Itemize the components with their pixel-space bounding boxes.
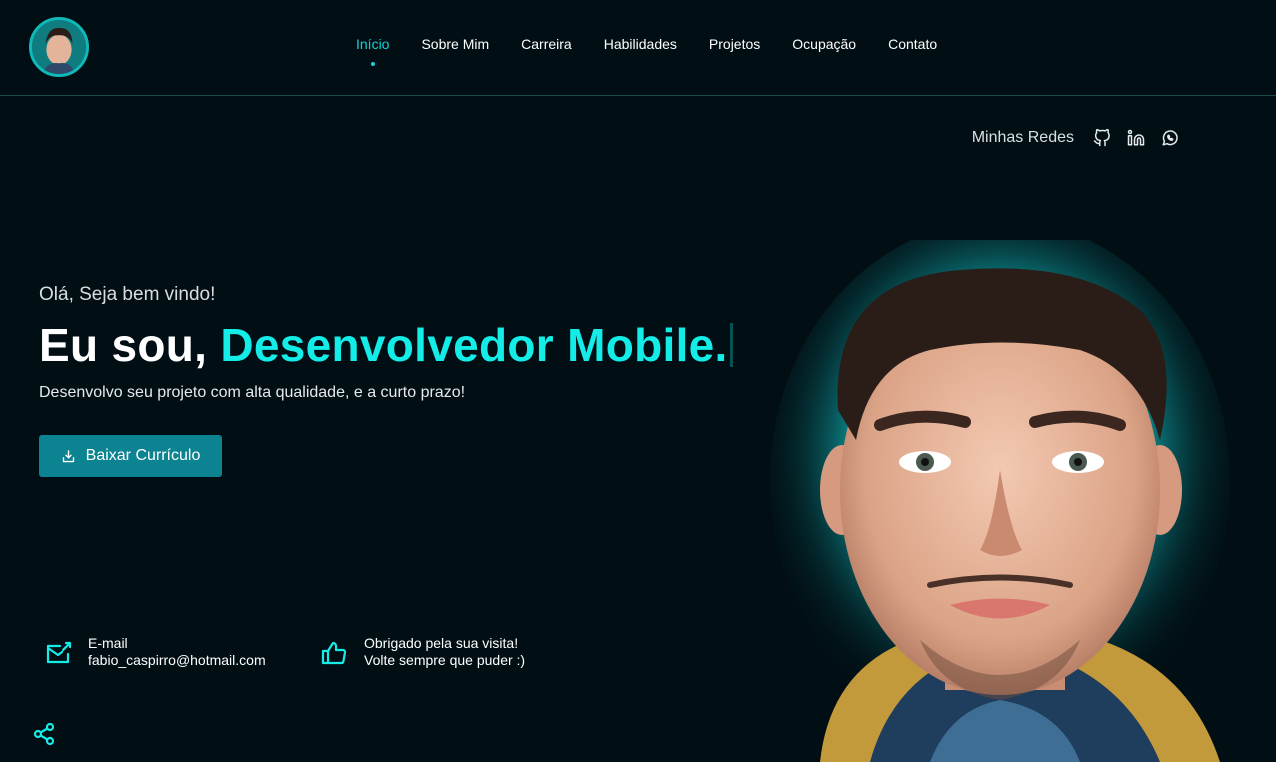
nav-item-carreira[interactable]: Carreira bbox=[505, 36, 588, 52]
hero-greeting: Olá, Seja bem vindo! bbox=[39, 284, 216, 305]
nav-item-habilidades[interactable]: Habilidades bbox=[588, 36, 693, 52]
nav-item-projetos[interactable]: Projetos bbox=[693, 36, 776, 52]
download-cv-button[interactable]: Baixar Currículo bbox=[39, 435, 222, 477]
social-links: Minhas Redes bbox=[972, 128, 1180, 148]
thanks-line-1: Obrigado pela sua visita! bbox=[364, 635, 519, 651]
github-icon[interactable] bbox=[1092, 128, 1112, 148]
thumbs-up-icon bbox=[320, 639, 348, 667]
main-nav: Início Sobre Mim Carreira Habilidades Pr… bbox=[340, 36, 953, 66]
hero-title: Eu sou, Desenvolvedor Mobile. bbox=[39, 318, 733, 372]
email-label: E-mail bbox=[88, 635, 128, 651]
hero-subtitle: Desenvolvo seu projeto com alta qualidad… bbox=[39, 384, 466, 401]
navbar: Início Sobre Mim Carreira Habilidades Pr… bbox=[0, 0, 1276, 96]
profile-avatar[interactable] bbox=[29, 17, 89, 77]
hero-portrait bbox=[760, 240, 1276, 762]
thanks-info: Obrigado pela sua visita! Volte sempre q… bbox=[320, 635, 525, 669]
nav-item-ocupacao[interactable]: Ocupação bbox=[776, 36, 872, 52]
whatsapp-icon[interactable] bbox=[1160, 128, 1180, 148]
hero-title-accent: Desenvolvedor Mobile. bbox=[220, 319, 728, 371]
nav-item-inicio[interactable]: Início bbox=[340, 36, 405, 66]
share-icon[interactable] bbox=[32, 722, 56, 746]
email-edit-icon bbox=[44, 639, 72, 667]
hero-title-prefix: Eu sou, bbox=[39, 319, 221, 371]
email-info: E-mail fabio_caspirro@hotmail.com bbox=[44, 635, 266, 669]
nav-item-sobre-mim[interactable]: Sobre Mim bbox=[405, 36, 505, 52]
typing-cursor bbox=[729, 323, 733, 367]
thanks-line-2: Volte sempre que puder :) bbox=[364, 652, 526, 668]
email-value[interactable]: fabio_caspirro@hotmail.com bbox=[88, 652, 266, 669]
download-icon bbox=[61, 449, 76, 464]
download-cv-label: Baixar Currículo bbox=[85, 447, 201, 464]
linkedin-icon[interactable] bbox=[1126, 128, 1146, 148]
nav-item-contato[interactable]: Contato bbox=[872, 36, 953, 52]
social-label: Minhas Redes bbox=[971, 129, 1074, 146]
